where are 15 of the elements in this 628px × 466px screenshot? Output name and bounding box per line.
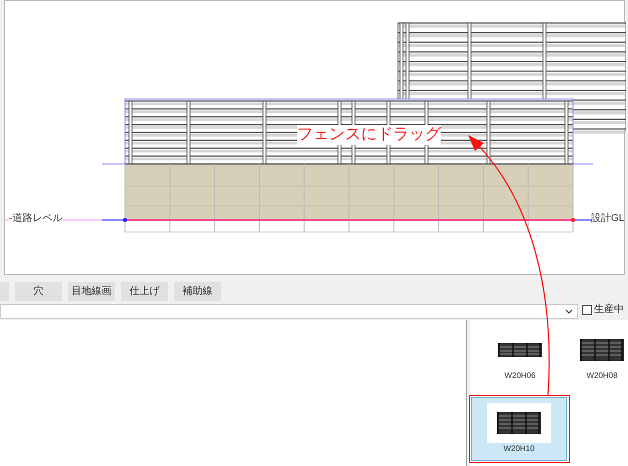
fence-part-tile[interactable]: W20H10 [471, 397, 567, 461]
part-label: W20H08 [586, 370, 618, 382]
fence-panel-icon [580, 339, 624, 361]
chevron-down-icon [565, 309, 573, 314]
part-label: W20H06 [504, 370, 536, 382]
checkbox[interactable] [582, 305, 592, 315]
checkbox-label: 生産中 [594, 304, 624, 316]
part-label: W20H10 [503, 443, 535, 455]
toolbar-button[interactable]: 穴 [15, 282, 62, 301]
fence-panel-icon [497, 412, 541, 434]
drag-instruction: フェンスにドラッグ [297, 125, 441, 145]
toolbar-button[interactable]: 補助線 [174, 282, 221, 301]
toolbar-button[interactable]: 仕上げ [121, 282, 168, 301]
fence-panel-icon [498, 343, 542, 357]
toolbar-button[interactable]: 目地線画 [68, 282, 115, 301]
